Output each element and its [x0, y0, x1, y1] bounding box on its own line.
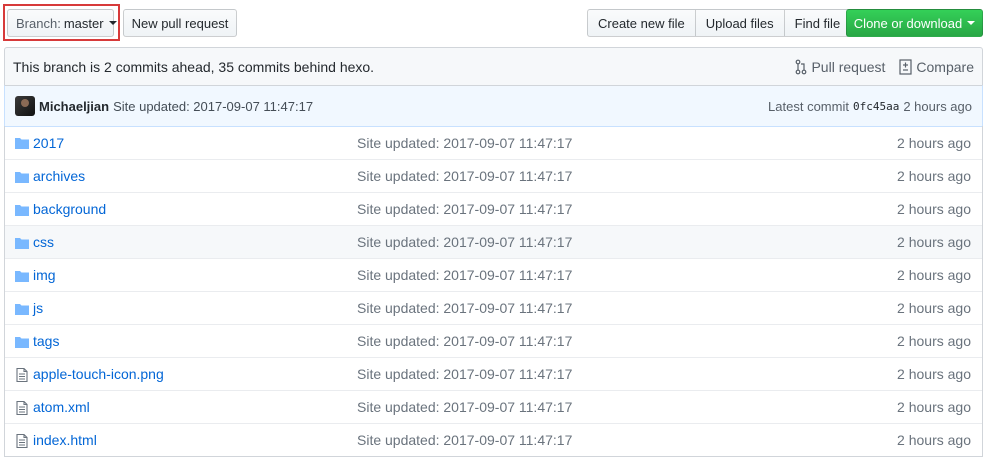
file-name-link[interactable]: apple-touch-icon.png	[33, 366, 164, 382]
file-navigation-toolbar: Branch: master New pull request Create n…	[0, 0, 992, 46]
file-age: 2 hours ago	[897, 432, 971, 448]
find-file-button[interactable]: Find file	[783, 9, 852, 37]
file-commit-message[interactable]: Site updated: 2017-09-07 11:47:17	[357, 234, 572, 250]
file-age: 2 hours ago	[897, 168, 971, 184]
latest-commit-label: Latest commit	[768, 98, 849, 114]
caret-down-icon	[108, 21, 117, 25]
commit-age: 2 hours ago	[903, 98, 972, 114]
create-new-file-button[interactable]: Create new file	[587, 9, 696, 37]
table-row[interactable]: archives Site updated: 2017-09-07 11:47:…	[5, 159, 982, 192]
table-row[interactable]: js Site updated: 2017-09-07 11:47:17 2 h…	[5, 291, 982, 324]
file-commit-message[interactable]: Site updated: 2017-09-07 11:47:17	[357, 135, 572, 151]
commit-author[interactable]: Michaeljian	[39, 99, 109, 114]
folder-icon	[14, 268, 30, 284]
table-row[interactable]: 2017 Site updated: 2017-09-07 11:47:17 2…	[5, 126, 982, 159]
branch-status-text: This branch is 2 commits ahead, 35 commi…	[13, 58, 375, 75]
file-age: 2 hours ago	[897, 267, 971, 283]
compare-icon	[899, 58, 913, 75]
branch-label: Branch:	[16, 15, 61, 31]
file-age: 2 hours ago	[897, 234, 971, 250]
clone-label: Clone or download	[853, 15, 963, 31]
folder-icon	[14, 135, 30, 151]
branch-info-bar: This branch is 2 commits ahead, 35 commi…	[4, 47, 983, 86]
file-age: 2 hours ago	[897, 134, 971, 151]
clone-or-download-button[interactable]: Clone or download	[846, 9, 983, 37]
pull-request-link[interactable]: Pull request	[795, 59, 885, 75]
file-name-link[interactable]: archives	[33, 168, 85, 184]
folder-icon	[14, 169, 30, 185]
git-pull-request-icon	[796, 59, 807, 74]
file-name-link[interactable]: background	[33, 201, 106, 217]
table-row[interactable]: apple-touch-icon.png Site updated: 2017-…	[5, 357, 982, 390]
file-list: 2017 Site updated: 2017-09-07 11:47:17 2…	[4, 126, 983, 457]
folder-icon	[14, 334, 30, 350]
file-name-link[interactable]: atom.xml	[33, 399, 90, 415]
file-name-link[interactable]: 2017	[33, 135, 64, 151]
file-commit-message[interactable]: Site updated: 2017-09-07 11:47:17	[357, 432, 572, 448]
file-age: 2 hours ago	[897, 201, 971, 217]
commit-message[interactable]: Site updated: 2017-09-07 11:47:17	[113, 99, 313, 114]
folder-icon	[14, 202, 30, 218]
table-row[interactable]: css Site updated: 2017-09-07 11:47:17 2 …	[5, 225, 982, 258]
table-row[interactable]: background Site updated: 2017-09-07 11:4…	[5, 192, 982, 225]
folder-icon	[14, 235, 30, 251]
file-name-link[interactable]: css	[33, 234, 54, 250]
compare-label: Compare	[916, 58, 974, 75]
table-row[interactable]: index.html Site updated: 2017-09-07 11:4…	[5, 423, 982, 456]
branch-select-button[interactable]: Branch: master	[7, 9, 117, 37]
file-age: 2 hours ago	[897, 333, 971, 349]
table-row[interactable]: img Site updated: 2017-09-07 11:47:17 2 …	[5, 258, 982, 291]
file-name-link[interactable]: tags	[33, 333, 59, 349]
table-row[interactable]: tags Site updated: 2017-09-07 11:47:17 2…	[5, 324, 982, 357]
file-age: 2 hours ago	[897, 366, 971, 382]
file-commit-message[interactable]: Site updated: 2017-09-07 11:47:17	[357, 366, 572, 382]
file-icon	[14, 367, 30, 383]
file-icon	[14, 433, 30, 449]
file-actions-group: Create new file Upload files Find file	[587, 9, 852, 37]
latest-commit-bar: Michaeljian Site updated: 2017-09-07 11:…	[4, 85, 983, 127]
file-age: 2 hours ago	[897, 399, 971, 415]
caret-down-icon	[967, 21, 976, 25]
file-commit-message[interactable]: Site updated: 2017-09-07 11:47:17	[357, 399, 572, 415]
file-commit-message[interactable]: Site updated: 2017-09-07 11:47:17	[357, 267, 572, 283]
file-name-link[interactable]: img	[33, 267, 56, 283]
file-icon	[14, 400, 30, 416]
pull-request-label: Pull request	[811, 58, 886, 75]
file-commit-message[interactable]: Site updated: 2017-09-07 11:47:17	[357, 201, 572, 217]
file-name-link[interactable]: index.html	[33, 432, 97, 448]
avatar[interactable]	[15, 96, 35, 116]
folder-icon	[14, 301, 30, 317]
upload-files-button[interactable]: Upload files	[694, 9, 785, 37]
file-name-link[interactable]: js	[33, 300, 43, 316]
file-age: 2 hours ago	[897, 300, 971, 316]
file-commit-message[interactable]: Site updated: 2017-09-07 11:47:17	[357, 300, 572, 316]
table-row[interactable]: atom.xml Site updated: 2017-09-07 11:47:…	[5, 390, 982, 423]
commit-sha[interactable]: 0fc45aa	[853, 100, 899, 113]
branch-value: master	[63, 15, 104, 31]
new-pull-request-button[interactable]: New pull request	[123, 9, 237, 37]
compare-link[interactable]: Compare	[899, 59, 974, 75]
file-commit-message[interactable]: Site updated: 2017-09-07 11:47:17	[357, 168, 572, 184]
file-commit-message[interactable]: Site updated: 2017-09-07 11:47:17	[357, 333, 572, 349]
